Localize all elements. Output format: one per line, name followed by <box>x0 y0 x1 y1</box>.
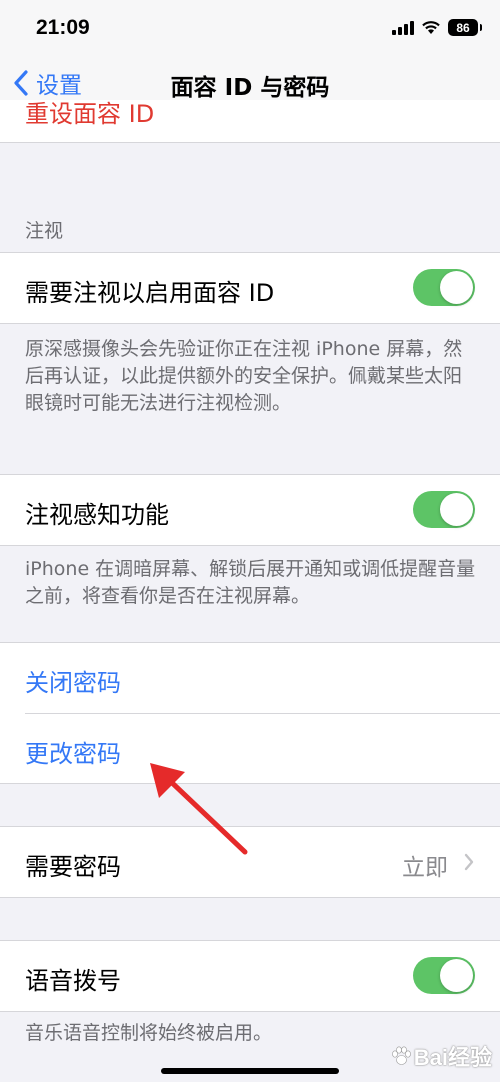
section-header-attention: 注视 <box>25 220 64 242</box>
toggle-knob <box>440 271 473 304</box>
battery-level: 86 <box>456 20 470 35</box>
require-attention-cell: 需要注视以启用面容 ID <box>0 252 500 324</box>
turn-off-passcode-button[interactable]: 关闭密码 <box>25 663 121 698</box>
status-bar: 21:09 86 <box>0 0 500 56</box>
voice-dial-label: 语音拨号 <box>25 967 121 995</box>
watermark-text: Bai经验 <box>413 1045 492 1070</box>
require-attention-label: 需要注视以启用面容 ID <box>25 279 275 307</box>
voice-dial-toggle[interactable] <box>413 957 475 994</box>
reset-face-id-label: 重设面容 ID <box>25 100 155 128</box>
home-indicator[interactable] <box>161 1068 339 1074</box>
require-passcode-cell[interactable]: 需要密码 立即 <box>0 826 500 898</box>
require-passcode-label: 需要密码 <box>25 853 121 881</box>
toggle-knob <box>440 959 473 992</box>
back-button-label: 设置 <box>36 73 82 99</box>
attention-aware-footer: iPhone 在调暗屏幕、解锁后展开通知或调低提醒音量之前，将查看你是否在注视屏… <box>25 558 476 607</box>
turn-off-passcode-cell[interactable]: 关闭密码 <box>0 643 500 713</box>
passcode-group: 关闭密码 更改密码 <box>0 642 500 784</box>
attention-aware-cell: 注视感知功能 <box>0 474 500 546</box>
require-passcode-value: 立即 <box>402 855 448 881</box>
voice-dial-cell: 语音拨号 <box>0 940 500 1012</box>
chevron-right-icon <box>464 853 474 871</box>
require-attention-toggle[interactable] <box>413 269 475 306</box>
reset-face-id-cell[interactable]: 重设面容 ID <box>0 100 500 143</box>
watermark-logo: Bai经验 <box>390 1040 492 1072</box>
back-button[interactable]: 设置 <box>14 66 82 100</box>
status-time: 21:09 <box>36 16 90 39</box>
toggle-knob <box>440 493 473 526</box>
paw-icon <box>391 1046 411 1065</box>
change-passcode-cell[interactable]: 更改密码 <box>0 714 500 783</box>
chevron-left-icon <box>14 70 28 96</box>
attention-aware-toggle[interactable] <box>413 491 475 528</box>
attention-aware-label: 注视感知功能 <box>25 501 169 529</box>
battery-icon: 86 <box>448 19 482 36</box>
signal-icon <box>392 20 414 35</box>
change-passcode-button[interactable]: 更改密码 <box>25 734 121 769</box>
require-attention-footer: 原深感摄像头会先验证你正在注视 iPhone 屏幕，然后再认证，以此提供额外的安… <box>25 338 463 414</box>
status-icons: 86 <box>392 19 482 36</box>
wifi-icon <box>422 21 440 34</box>
